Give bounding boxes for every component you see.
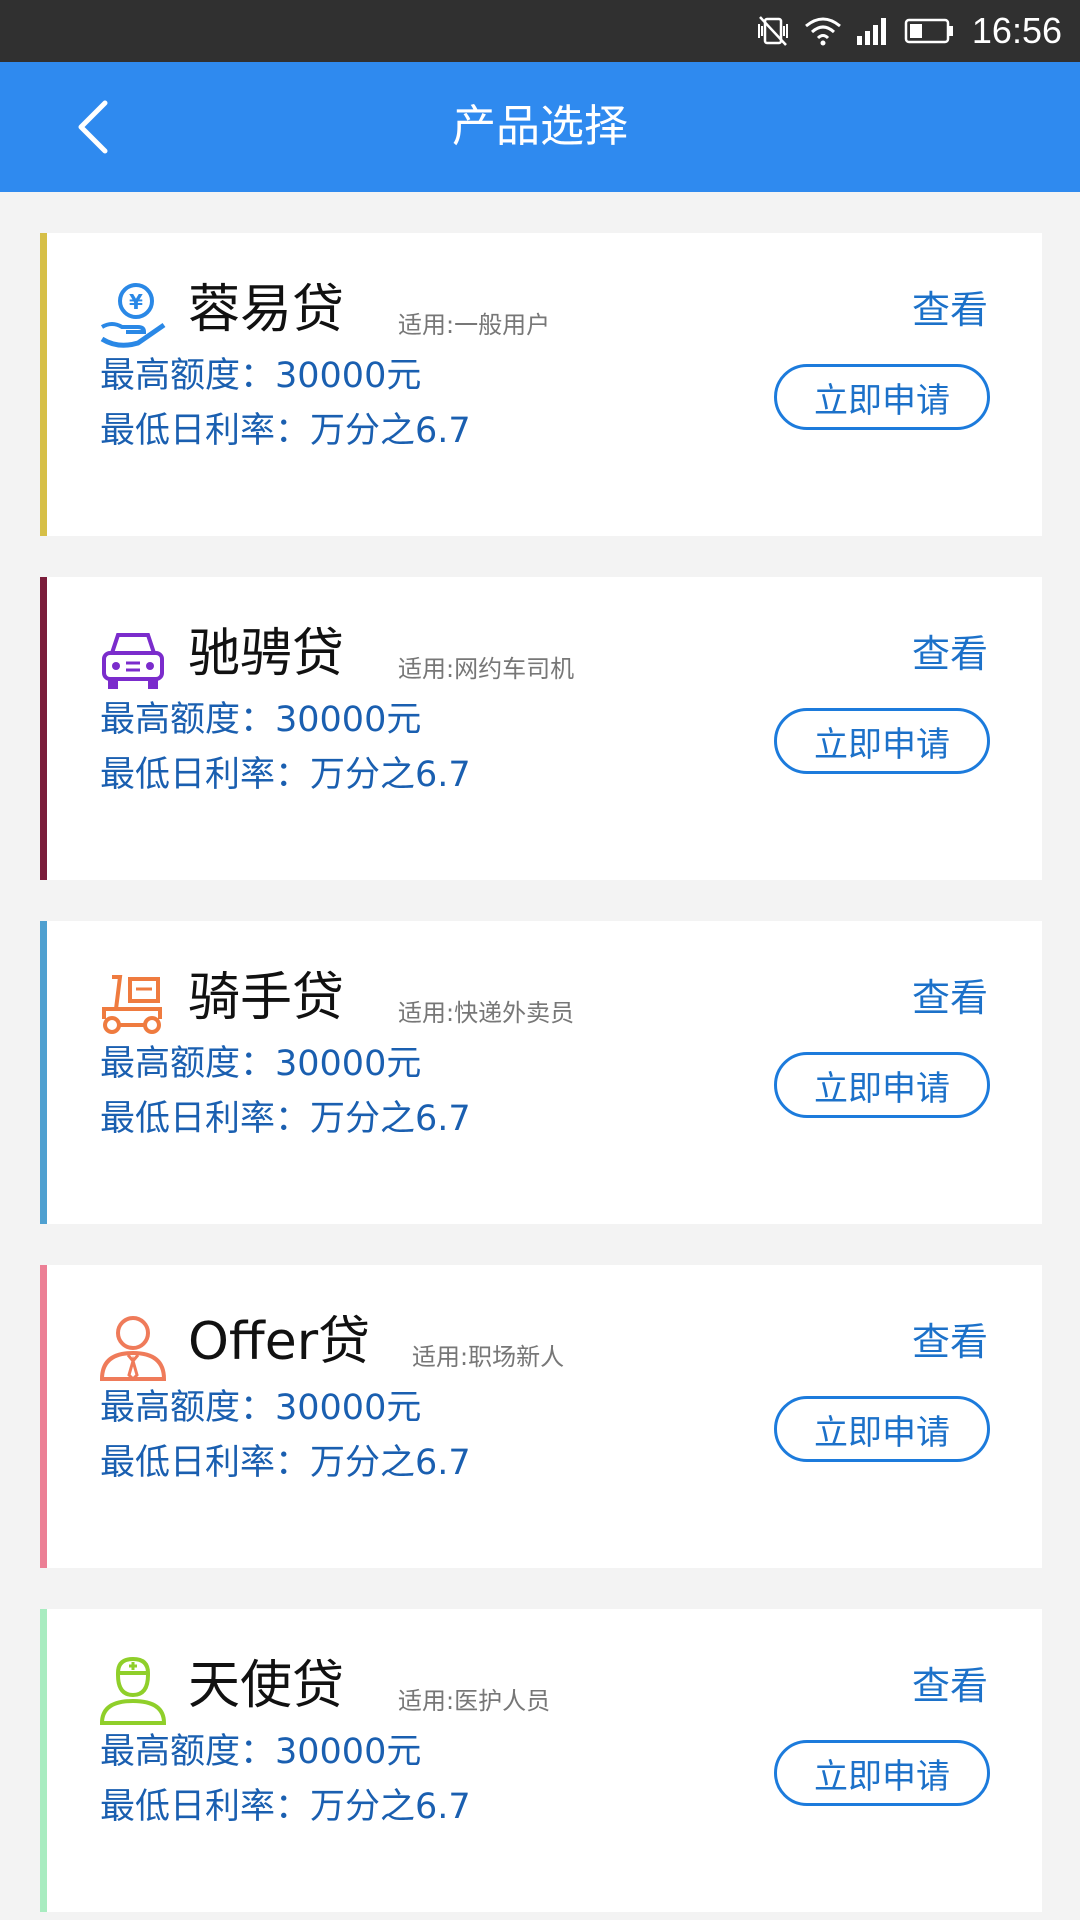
chevron-left-icon [78,100,108,154]
battery-icon [904,18,953,44]
apply-button[interactable]: 立即申请 [774,364,990,430]
view-link[interactable]: 查看 [912,967,988,1022]
office-worker-icon [99,1316,167,1382]
view-link[interactable]: 查看 [912,1655,988,1710]
nurse-icon [99,1657,167,1725]
signal-icon [856,18,886,45]
product-name: 天使贷 [188,1656,345,1716]
status-bar: 16:56 [0,0,1080,62]
apply-button[interactable]: 立即申请 [774,1740,990,1806]
hand-yuan-icon: ¥ [100,283,166,348]
view-link[interactable]: 查看 [912,1311,988,1366]
max-limit-text: 最高额度：30000元 [100,1044,422,1084]
vibrate-off-icon [757,16,788,46]
product-card: 天使贷 适用:医护人员 最高额度：30000元 最低日利率：万分之6.7 查看 … [40,1609,1042,1912]
product-name: Offer贷 [188,1312,371,1372]
product-scope: 适用:快递外卖员 [398,999,575,1027]
product-card: 驰骋贷 适用:网约车司机 最高额度：30000元 最低日利率：万分之6.7 查看… [40,577,1042,880]
apply-button[interactable]: 立即申请 [774,708,990,774]
max-limit-text: 最高额度：30000元 [100,1732,422,1772]
min-rate-text: 最低日利率：万分之6.7 [100,1787,471,1827]
product-card: Offer贷 适用:职场新人 最高额度：30000元 最低日利率：万分之6.7 … [40,1265,1042,1568]
product-card: 骑手贷 适用:快递外卖员 最高额度：30000元 最低日利率：万分之6.7 查看… [40,921,1042,1224]
max-limit-text: 最高额度：30000元 [100,1388,422,1428]
product-scope: 适用:医护人员 [398,1687,551,1715]
product-scope: 适用:一般用户 [398,311,551,339]
card-accent-bar [40,1609,47,1912]
max-limit-text: 最高额度：30000元 [100,356,422,396]
back-button[interactable] [58,92,128,162]
product-scope: 适用:网约车司机 [398,655,575,683]
app-bar: 产品选择 [0,62,1080,192]
apply-button[interactable]: 立即申请 [774,1396,990,1462]
delivery-scooter-icon [102,975,162,1034]
status-icons: 16:56 [756,0,1062,62]
status-time: 16:56 [971,10,1062,51]
card-accent-bar [40,577,47,880]
product-card: ¥ 蓉易贷 适用:一般用户 最高额度：30000元 最低日利率：万分之6.7 查… [40,233,1042,536]
svg-text:¥: ¥ [129,290,143,314]
product-scope: 适用:职场新人 [412,1343,565,1371]
min-rate-text: 最低日利率：万分之6.7 [100,1099,471,1139]
max-limit-text: 最高额度：30000元 [100,700,422,740]
card-accent-bar [40,921,47,1224]
card-accent-bar [40,233,47,536]
car-icon [102,633,164,689]
product-name: 蓉易贷 [188,280,345,340]
product-name: 骑手贷 [188,968,345,1028]
wifi-icon [804,17,841,46]
view-link[interactable]: 查看 [912,623,988,678]
page-title: 产品选择 [452,101,628,152]
min-rate-text: 最低日利率：万分之6.7 [100,411,471,451]
view-link[interactable]: 查看 [912,279,988,334]
min-rate-text: 最低日利率：万分之6.7 [100,755,471,795]
card-accent-bar [40,1265,47,1568]
min-rate-text: 最低日利率：万分之6.7 [100,1443,471,1483]
apply-button[interactable]: 立即申请 [774,1052,990,1118]
product-name: 驰骋贷 [188,624,345,684]
